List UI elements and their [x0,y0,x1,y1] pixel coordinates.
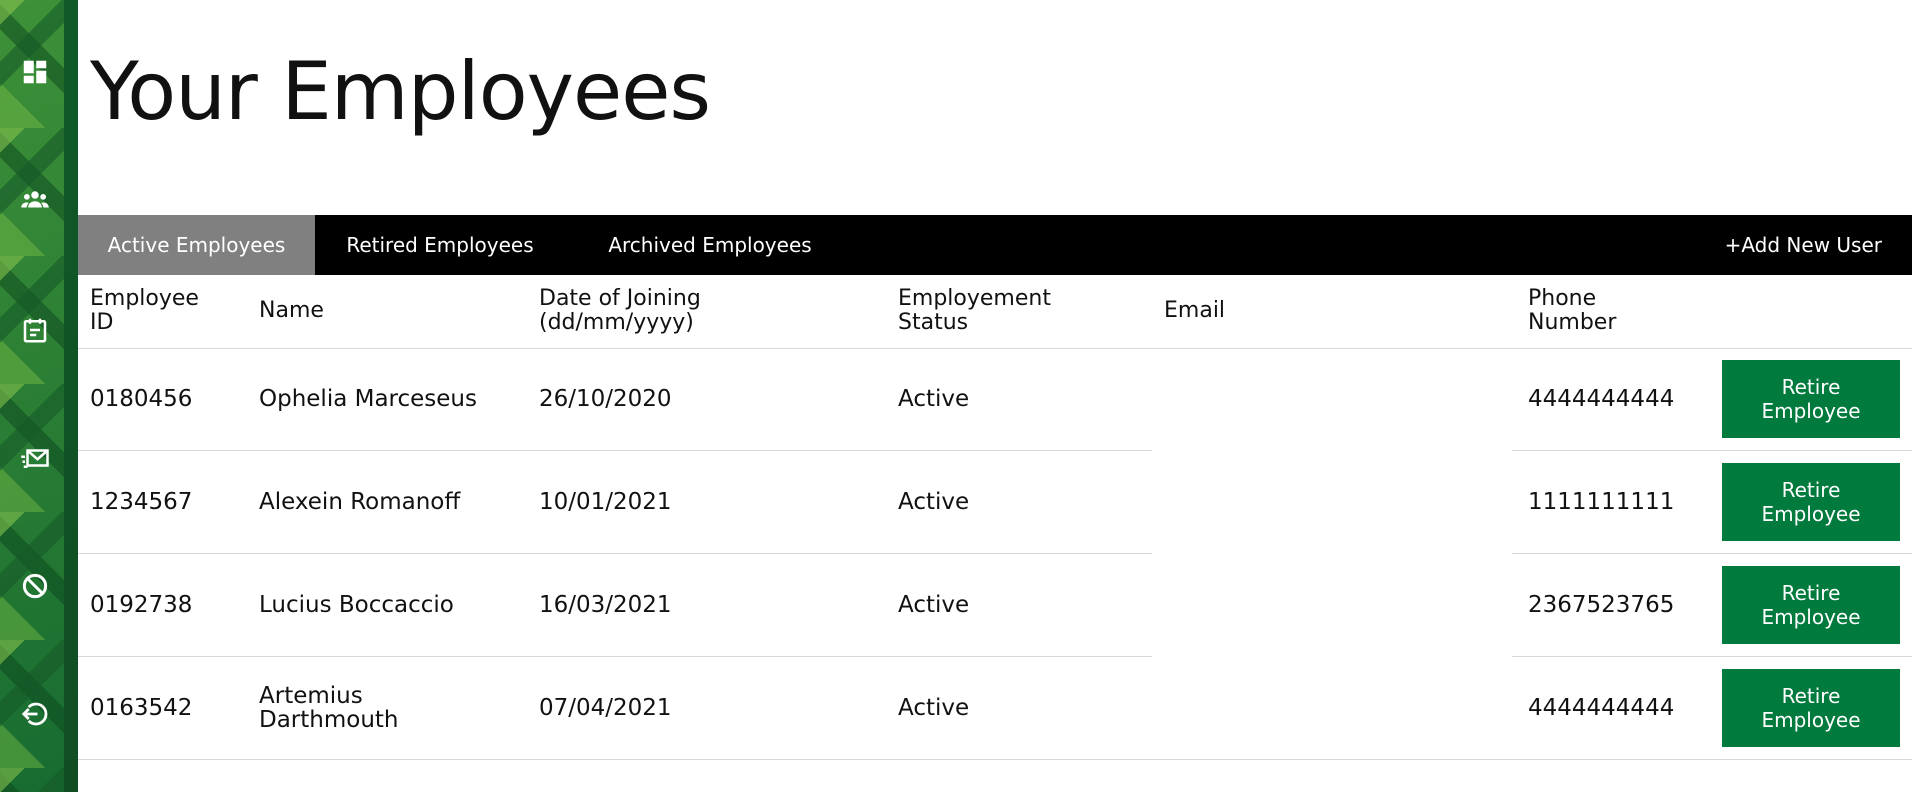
retire-employee-button[interactable]: Retire Employee [1722,463,1900,541]
block-icon[interactable] [19,570,51,602]
retire-employee-button[interactable]: Retire Employee [1722,566,1900,644]
header-date-of-joining: Date of Joining (dd/mm/yyyy) [539,286,701,335]
header-employment-status: Employement Status [898,286,1051,335]
table-row: 1234567 Alexein Romanoff 10/01/2021 Acti… [78,451,1912,554]
name-cell: Alexein Romanoff [259,489,461,515]
phone-cell: 4444444444 [1528,386,1675,412]
header-phone-number: Phone Number [1528,286,1617,335]
table-row: 0163542 Artemius Darthmouth 07/04/2021 A… [78,657,1912,760]
add-new-user-button[interactable]: +Add New User [1725,215,1882,275]
mail-icon[interactable] [19,442,51,474]
row-divider [78,759,1912,760]
employee-id-cell: 1234567 [90,489,193,515]
calendar-icon[interactable] [19,314,51,346]
employee-id-cell: 0192738 [90,592,193,618]
tab-active-employees[interactable]: Active Employees [78,215,315,275]
retire-employee-button[interactable]: Retire Employee [1722,669,1900,747]
phone-cell: 2367523765 [1528,592,1675,618]
retire-employee-button[interactable]: Retire Employee [1722,360,1900,438]
name-cell: Lucius Boccaccio [259,592,454,618]
tab-bar: Active Employees Retired Employees Archi… [78,215,1912,275]
status-cell: Active [898,695,970,721]
employee-id-cell: 0163542 [90,695,193,721]
phone-cell: 1111111111 [1528,489,1675,515]
date-cell: 10/01/2021 [539,489,672,515]
phone-cell: 4444444444 [1528,695,1675,721]
table-row: 0180456 Ophelia Marceseus 26/10/2020 Act… [78,348,1912,451]
date-cell: 26/10/2020 [539,386,672,412]
name-cell: Artemius Darthmouth [259,683,399,733]
date-cell: 16/03/2021 [539,592,672,618]
sidebar [0,0,78,792]
logout-icon[interactable] [19,698,51,730]
status-cell: Active [898,592,970,618]
header-name: Name [259,298,324,323]
table-header: Employee ID Name Date of Joining (dd/mm/… [78,275,1912,349]
status-cell: Active [898,386,970,412]
dashboard-icon[interactable] [19,56,51,88]
name-cell: Ophelia Marceseus [259,386,477,412]
header-employee-id: Employee ID [90,286,199,335]
employee-id-cell: 0180456 [90,386,193,412]
users-icon[interactable] [19,184,51,216]
tab-archived-employees[interactable]: Archived Employees [565,215,855,275]
page-title: Your Employees [90,45,711,138]
table-row: 0192738 Lucius Boccaccio 16/03/2021 Acti… [78,554,1912,657]
tab-retired-employees[interactable]: Retired Employees [315,215,565,275]
date-cell: 07/04/2021 [539,695,672,721]
header-email: Email [1164,298,1226,323]
status-cell: Active [898,489,970,515]
